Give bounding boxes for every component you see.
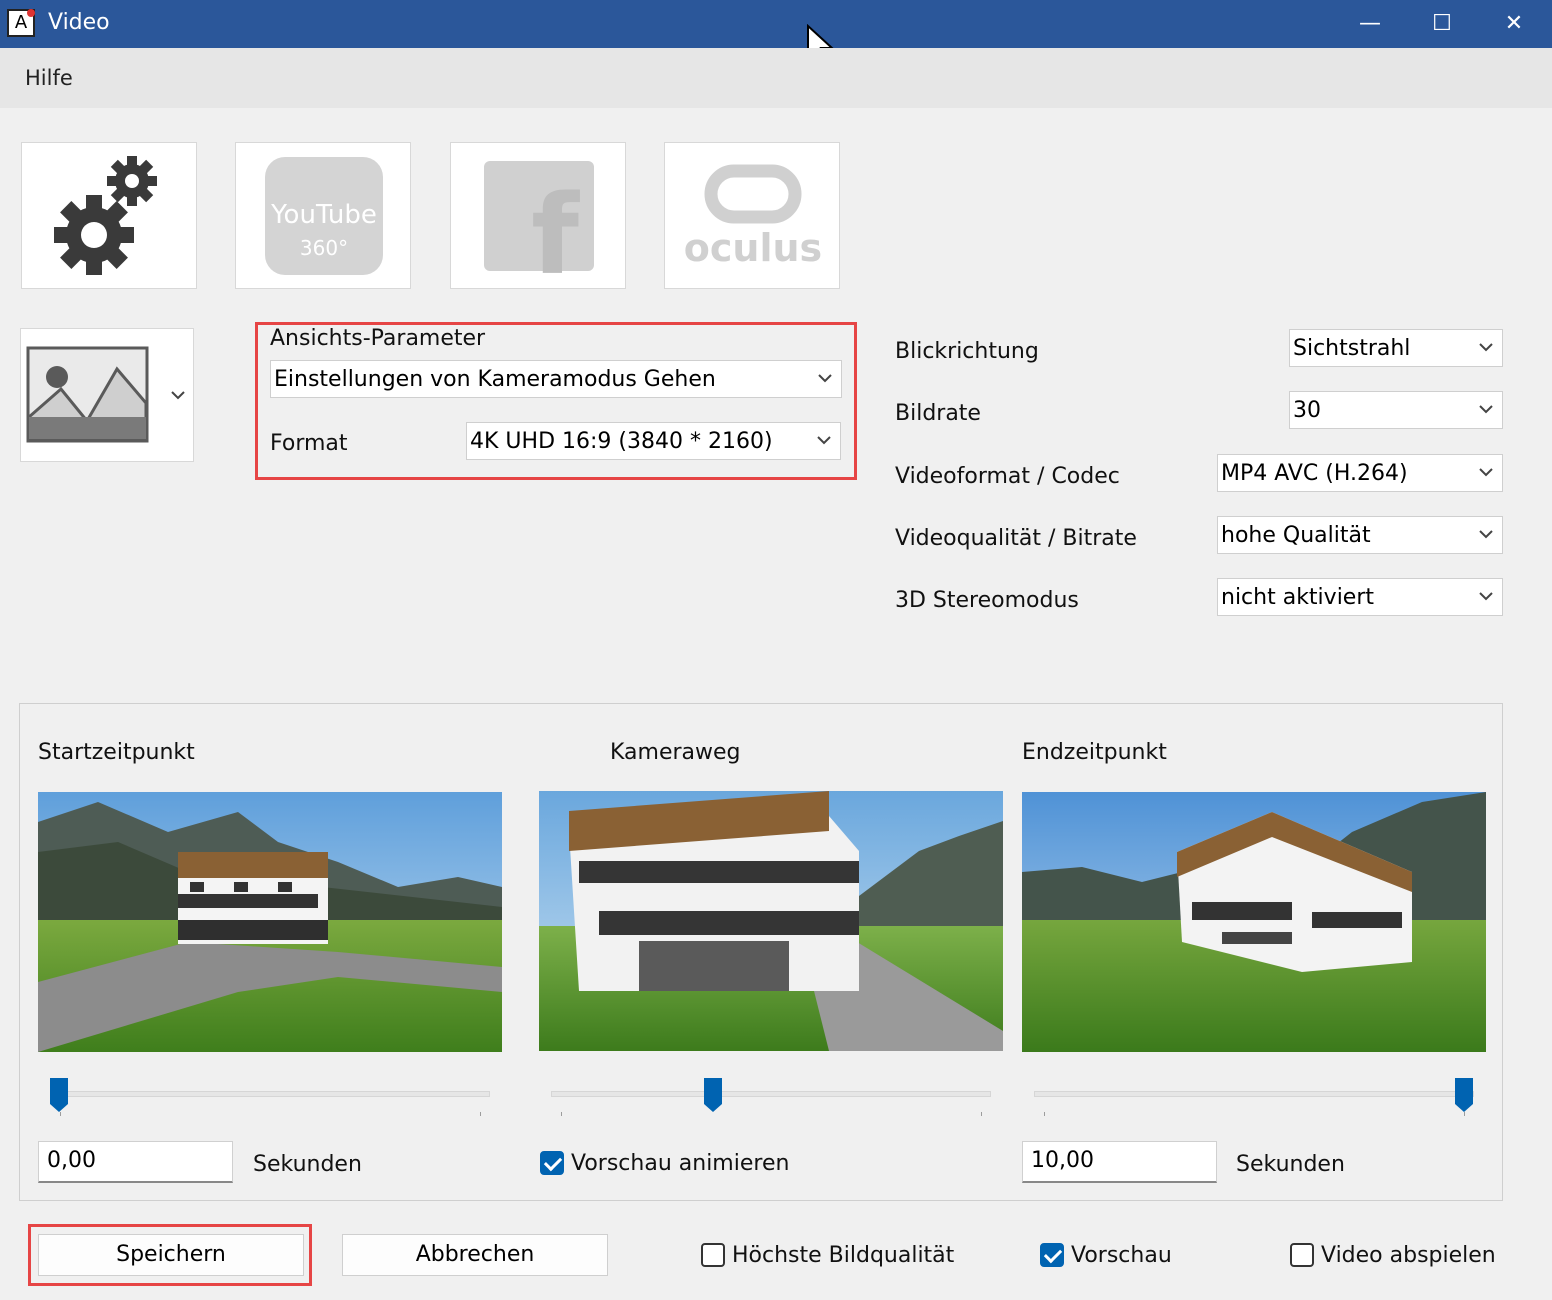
stereomodus-select[interactable]: nicht aktiviert xyxy=(1217,578,1503,616)
bildrate-value: 30 xyxy=(1293,398,1321,423)
stereomodus-label: 3D Stereomodus xyxy=(895,588,1079,613)
end-slider-thumb[interactable] xyxy=(1455,1078,1473,1112)
videoqualitaet-select[interactable]: hohe Qualität xyxy=(1217,516,1503,554)
chevron-down-icon xyxy=(817,436,831,445)
chevron-down-icon xyxy=(1479,405,1493,414)
videoformat-value: MP4 AVC (H.264) xyxy=(1221,461,1408,486)
animate-preview-checkbox[interactable] xyxy=(540,1151,564,1175)
maximize-icon: ☐ xyxy=(1432,11,1452,36)
preview-checkbox[interactable] xyxy=(1040,1243,1064,1267)
close-button[interactable]: ✕ xyxy=(1478,0,1550,48)
youtube-360-text: 360° xyxy=(300,236,348,260)
end-time-input[interactable]: 10,00 xyxy=(1022,1141,1217,1183)
minimize-icon: — xyxy=(1359,11,1381,36)
oculus-tile[interactable]: oculus xyxy=(664,142,840,289)
chevron-down-icon xyxy=(1479,343,1493,352)
path-preview-image xyxy=(539,791,1003,1051)
start-time-input[interactable]: 0,00 xyxy=(38,1141,233,1183)
startzeitpunkt-label: Startzeitpunkt xyxy=(38,740,195,765)
chevron-down-icon xyxy=(818,374,832,383)
view-type-dropdown[interactable] xyxy=(20,328,194,462)
gears-icon xyxy=(54,156,157,275)
chevron-down-icon xyxy=(1479,592,1493,601)
youtube-360-tile[interactable]: YouTube 360° xyxy=(235,142,411,289)
chevron-down-icon xyxy=(1479,468,1493,477)
end-slider-track[interactable] xyxy=(1034,1091,1474,1097)
chevron-down-icon xyxy=(1479,530,1493,539)
youtube-360-icon: YouTube 360° xyxy=(265,157,383,275)
start-preview-image xyxy=(38,792,502,1052)
facebook-f: f xyxy=(531,171,580,290)
videoqualitaet-value: hohe Qualität xyxy=(1221,523,1371,548)
save-button[interactable]: Speichern xyxy=(38,1234,304,1276)
start-slider-track[interactable] xyxy=(50,1091,490,1097)
stereomodus-value: nicht aktiviert xyxy=(1221,585,1375,610)
preview-label: Vorschau xyxy=(1071,1243,1172,1268)
menu-bar: Hilfe xyxy=(0,48,1552,108)
format-value: 4K UHD 16:9 (3840 * 2160) xyxy=(470,429,773,454)
cancel-button[interactable]: Abbrechen xyxy=(342,1234,608,1276)
kameraweg-label: Kameraweg xyxy=(610,740,741,765)
animate-preview-label: Vorschau animieren xyxy=(571,1151,790,1176)
bildrate-label: Bildrate xyxy=(895,401,981,426)
format-select[interactable]: 4K UHD 16:9 (3840 * 2160) xyxy=(466,422,841,460)
app-icon: A xyxy=(7,9,35,37)
videoformat-label: Videoformat / Codec xyxy=(895,464,1120,489)
close-icon: ✕ xyxy=(1504,11,1524,36)
videoformat-select[interactable]: MP4 AVC (H.264) xyxy=(1217,454,1503,492)
view-preset-value: Einstellungen von Kameramodus Gehen xyxy=(274,367,716,392)
chevron-down-icon xyxy=(171,391,185,400)
start-slider-thumb[interactable] xyxy=(50,1078,68,1112)
videoqualitaet-label: Videoqualität / Bitrate xyxy=(895,526,1137,551)
blickrichtung-select[interactable]: Sichtstrahl xyxy=(1289,329,1503,367)
minimize-button[interactable]: — xyxy=(1334,0,1406,48)
title-bar: A Video — ☐ ✕ xyxy=(0,0,1552,48)
bildrate-select[interactable]: 30 xyxy=(1289,391,1503,429)
view-preset-select[interactable]: Einstellungen von Kameramodus Gehen xyxy=(270,360,842,398)
end-unit-label: Sekunden xyxy=(1236,1152,1345,1177)
highest-quality-checkbox[interactable] xyxy=(701,1243,725,1267)
view-params-title: Ansichts-Parameter xyxy=(270,326,486,351)
start-unit-label: Sekunden xyxy=(253,1152,362,1177)
oculus-icon: oculus xyxy=(684,164,822,270)
endzeitpunkt-label: Endzeitpunkt xyxy=(1022,740,1167,765)
path-slider-track[interactable] xyxy=(551,1091,991,1097)
window-title: Video xyxy=(48,10,110,35)
play-video-label: Video abspielen xyxy=(1321,1243,1496,1268)
image-icon xyxy=(26,346,185,443)
oculus-text: oculus xyxy=(684,226,822,270)
end-preview-image xyxy=(1022,792,1486,1052)
play-video-checkbox[interactable] xyxy=(1290,1243,1314,1267)
facebook-icon: f xyxy=(484,161,594,290)
menu-hilfe[interactable]: Hilfe xyxy=(25,66,73,90)
facebook-tile[interactable]: f xyxy=(450,142,626,290)
highest-quality-label: Höchste Bildqualität xyxy=(732,1243,955,1268)
app-icon-letter: A xyxy=(14,12,28,33)
youtube-text: YouTube xyxy=(270,200,377,230)
path-slider-thumb[interactable] xyxy=(704,1078,722,1112)
maximize-button[interactable]: ☐ xyxy=(1406,0,1478,48)
blickrichtung-value: Sichtstrahl xyxy=(1293,336,1411,361)
settings-tile[interactable] xyxy=(21,142,197,289)
blickrichtung-label: Blickrichtung xyxy=(895,339,1039,364)
format-label: Format xyxy=(270,431,348,456)
